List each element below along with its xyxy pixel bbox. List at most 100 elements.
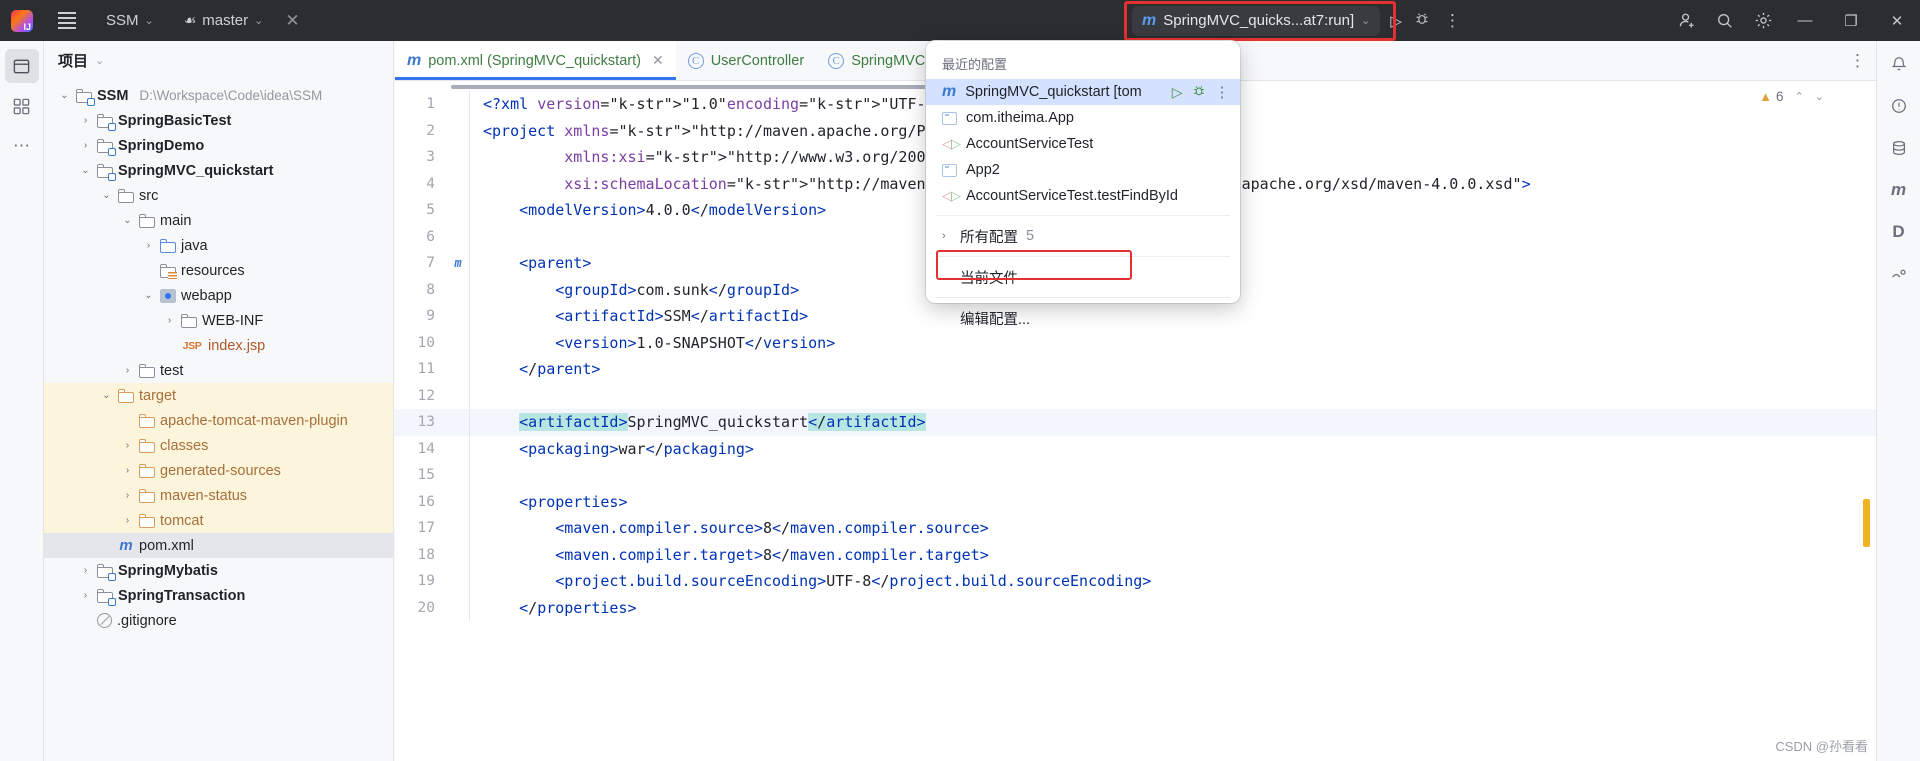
code-line: 14 <packaging>war</packaging> (395, 435, 1876, 462)
chevron-right-icon[interactable]: › (142, 240, 155, 251)
chevron-down-icon[interactable]: ⌄ (142, 290, 155, 301)
run-config-item-com-itheima-app[interactable]: com.itheima.App (926, 105, 1240, 131)
chevron-right-icon[interactable]: › (121, 515, 134, 526)
tree-item-main[interactable]: ⌄ main (44, 208, 393, 233)
class-c-icon: C (828, 52, 845, 69)
run-config-item-springmvc-quickstart-tom[interactable]: m SpringMVC_quickstart [tom ▷ ⋮ (926, 79, 1240, 105)
chevron-right-icon[interactable]: › (121, 490, 134, 501)
tree-item-pom-xml[interactable]: ›mpom.xml (44, 533, 393, 558)
tree-item-webapp[interactable]: ⌄ webapp (44, 283, 393, 308)
project-selector[interactable]: SSM ⌄ (98, 8, 162, 33)
debug-button[interactable] (1414, 11, 1430, 31)
tree-item-apache-tomcat-maven-plugin[interactable]: ›apache-tomcat-maven-plugin (44, 408, 393, 433)
run-config-item-accountservicetest-testfindbyid[interactable]: ◁▷ AccountServiceTest.testFindById (926, 183, 1240, 209)
source-folder-icon (160, 238, 176, 253)
all-configurations-row[interactable]: › 所有配置 5 (926, 222, 1240, 250)
tree-item-tomcat[interactable]: › tomcat (44, 508, 393, 533)
inspection-status-badge[interactable]: ▲ 6 ⌃ ⌄ (1759, 89, 1824, 104)
run-button[interactable]: ▷ (1390, 12, 1402, 30)
branch-selector[interactable]: ☙ master ⌄ (176, 8, 272, 33)
learn-icon[interactable] (1882, 259, 1916, 289)
code-text: <?xml version="k-str">"1.0" (483, 95, 727, 114)
close-tab-icon[interactable]: ✕ (652, 52, 664, 69)
maven-icon[interactable]: m (1882, 175, 1916, 205)
chevron-right-icon[interactable]: › (79, 115, 92, 126)
chevron-right-icon[interactable]: › (79, 590, 92, 601)
line-number: 19 (417, 573, 435, 590)
tree-item-springdemo[interactable]: › SpringDemo (44, 133, 393, 158)
close-branch-widget-button[interactable]: ✕ (285, 11, 299, 31)
chevron-right-icon[interactable]: › (121, 365, 134, 376)
add-account-icon[interactable] (1668, 0, 1706, 41)
chevron-down-icon[interactable]: ⌄ (58, 90, 71, 101)
tree-item-classes[interactable]: › classes (44, 433, 393, 458)
current-file-row[interactable]: 当前文件 (926, 263, 1240, 291)
tree-item-web-inf[interactable]: › WEB-INF (44, 308, 393, 333)
notifications-icon[interactable] (1882, 49, 1916, 79)
chevron-right-icon[interactable]: › (121, 465, 134, 476)
tree-item-src[interactable]: ⌄ src (44, 183, 393, 208)
watermark: CSDN @孙看看 (1775, 739, 1868, 754)
settings-gear-icon[interactable] (1744, 0, 1782, 41)
edit-configurations-row[interactable]: 编辑配置... (926, 304, 1240, 332)
line-number: 6 (426, 228, 435, 245)
titlebar-right-group: — ❐ ✕ (1668, 0, 1920, 41)
run-config-item-app2[interactable]: App2 (926, 157, 1240, 183)
chevron-down-icon[interactable]: ⌄ (121, 215, 134, 226)
gutter-marker[interactable]: m (447, 256, 469, 270)
chevron-right-icon[interactable]: › (121, 440, 134, 451)
line-number: 11 (417, 361, 435, 378)
tree-item-label: SpringDemo (118, 137, 205, 154)
tree-item-springmvc-quickstart[interactable]: ⌄ SpringMVC_quickstart (44, 158, 393, 183)
chevron-right-icon[interactable]: › (163, 315, 176, 326)
editor-tab-usercontroller[interactable]: C UserController (676, 41, 816, 80)
chevron-down-icon[interactable]: ⌄ (79, 165, 92, 176)
title-bar: SSM ⌄ ☙ master ⌄ ✕ — (0, 0, 1920, 41)
more-tool-windows-icon[interactable]: ⋯ (5, 129, 39, 163)
run-config-debug-button[interactable] (1192, 84, 1206, 101)
code-line: 17 <maven.compiler.source>8</maven.compi… (395, 515, 1876, 542)
database-icon[interactable] (1882, 133, 1916, 163)
chevron-right-icon[interactable]: › (79, 565, 92, 576)
scrollbar-marker[interactable] (1863, 499, 1870, 547)
chevron-down-icon[interactable]: ⌄ (100, 390, 113, 401)
more-run-options-button[interactable]: ⋮ (1444, 11, 1462, 31)
tree-item--gitignore[interactable]: ›.gitignore (44, 608, 393, 633)
editor-tab-pom-xml-springmvc-quickstart-[interactable]: m pom.xml (SpringMVC_quickstart) ✕ (395, 41, 676, 80)
line-number: 17 (417, 520, 435, 537)
chevron-down-icon[interactable]: ⌄ (100, 190, 113, 201)
line-number: 15 (417, 467, 435, 484)
code-text: <packaging>war</packaging> (519, 439, 754, 458)
folder-icon (139, 463, 155, 478)
project-tool-window-icon[interactable] (4, 49, 39, 83)
tree-item-java[interactable]: › java (44, 233, 393, 258)
minimize-button[interactable]: — (1782, 0, 1828, 41)
run-configuration-selector[interactable]: m SpringMVC_quicks...at7:run] ⌄ (1132, 5, 1381, 36)
next-problem-icon[interactable]: ⌄ (1815, 90, 1824, 103)
tree-item-springtransaction[interactable]: › SpringTransaction (44, 583, 393, 608)
maven-m-icon: m (1142, 11, 1157, 29)
close-window-button[interactable]: ✕ (1874, 0, 1920, 41)
tree-item-maven-status[interactable]: › maven-status (44, 483, 393, 508)
tree-item-springbasictest[interactable]: › SpringBasicTest (44, 108, 393, 133)
problems-icon[interactable] (1882, 91, 1916, 121)
tree-item-index-jsp[interactable]: ›JSPindex.jsp (44, 333, 393, 358)
structure-tool-window-icon[interactable] (5, 89, 39, 123)
chevron-down-icon[interactable]: ⌄ (95, 54, 104, 67)
run-config-more-button[interactable]: ⋮ (1215, 83, 1231, 101)
tree-item-springmybatis[interactable]: › SpringMybatis (44, 558, 393, 583)
maximize-button[interactable]: ❐ (1828, 0, 1874, 41)
previous-problem-icon[interactable]: ⌃ (1795, 90, 1804, 103)
run-config-run-button[interactable]: ▷ (1172, 84, 1183, 101)
tree-item-target[interactable]: ⌄ target (44, 383, 393, 408)
tree-item-test[interactable]: › test (44, 358, 393, 383)
tree-item-ssm[interactable]: ⌄ SSM D:\Workspace\Code\idea\SSM (44, 83, 393, 108)
chevron-right-icon[interactable]: › (79, 140, 92, 151)
run-config-item-accountservicetest[interactable]: ◁▷ AccountServiceTest (926, 131, 1240, 157)
search-icon[interactable] (1706, 0, 1744, 41)
tree-item-resources[interactable]: ›resources (44, 258, 393, 283)
tab-options-button[interactable]: ⋮ (1849, 41, 1876, 80)
dependencies-icon[interactable]: D (1882, 217, 1916, 247)
tree-item-generated-sources[interactable]: › generated-sources (44, 458, 393, 483)
main-menu-button[interactable] (50, 0, 84, 41)
